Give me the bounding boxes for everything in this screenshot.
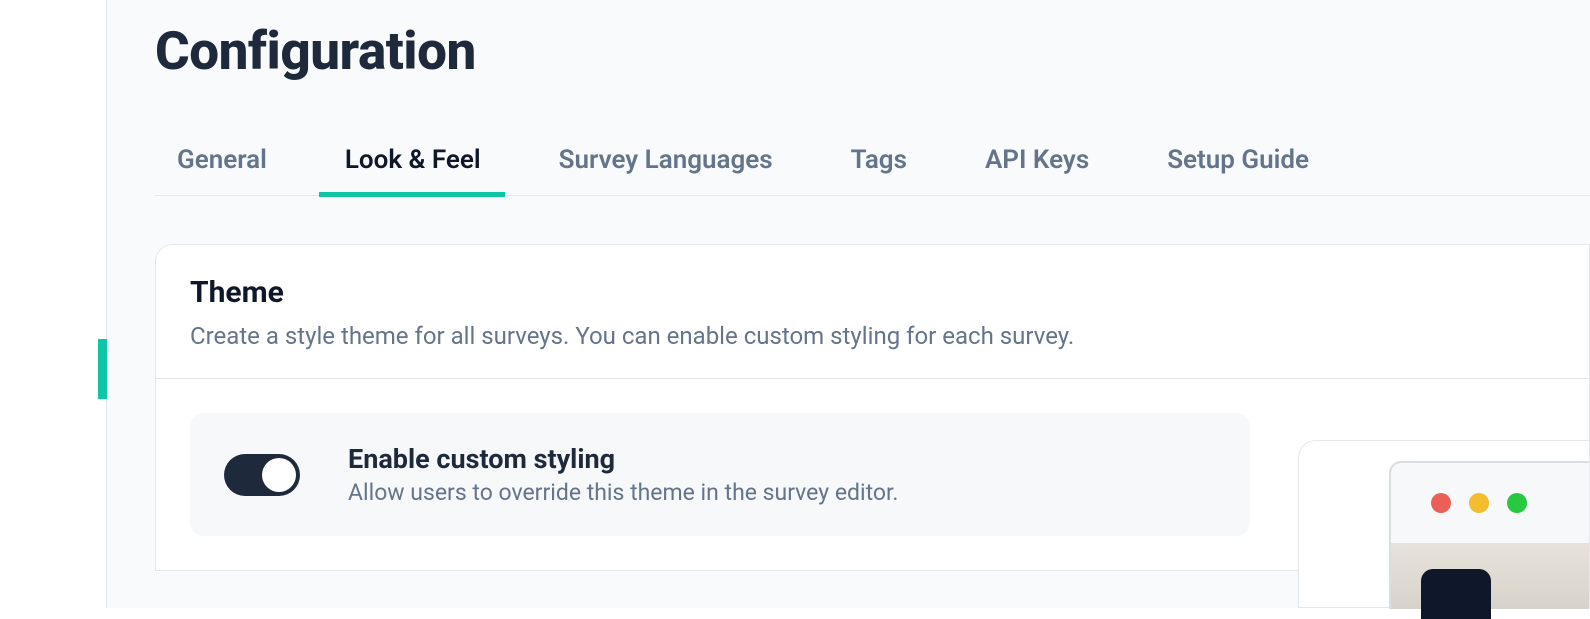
sidebar-strip [0,0,107,608]
preview-survey-widget [1421,569,1491,619]
custom-styling-toggle[interactable] [224,454,300,496]
main-content: Configuration General Look & Feel Survey… [107,0,1590,608]
toggle-knob [262,458,296,492]
survey-preview-panel [1298,440,1590,608]
tab-tags[interactable]: Tags [851,125,907,196]
theme-card-title: Theme [190,275,1555,310]
tab-survey-languages[interactable]: Survey Languages [559,125,773,196]
tab-look-and-feel[interactable]: Look & Feel [345,125,481,196]
traffic-light-maximize-icon [1507,493,1527,513]
page-title: Configuration [155,20,476,82]
sidebar-active-indicator [98,339,107,399]
custom-styling-row: Enable custom styling Allow users to ove… [190,413,1250,536]
tab-api-keys[interactable]: API Keys [985,125,1089,196]
preview-content [1391,543,1589,609]
tabs-bar: General Look & Feel Survey Languages Tag… [155,125,1590,196]
tab-setup-guide[interactable]: Setup Guide [1167,125,1309,196]
theme-card-header: Theme Create a style theme for all surve… [156,245,1589,379]
custom-styling-title: Enable custom styling [348,443,898,475]
theme-card-description: Create a style theme for all surveys. Yo… [190,322,1555,350]
window-traffic-lights [1391,463,1589,513]
preview-window [1389,461,1589,609]
traffic-light-minimize-icon [1469,493,1489,513]
tab-general[interactable]: General [177,125,267,196]
traffic-light-close-icon [1431,493,1451,513]
custom-styling-description: Allow users to override this theme in th… [348,479,898,506]
custom-styling-text: Enable custom styling Allow users to ove… [348,443,898,506]
